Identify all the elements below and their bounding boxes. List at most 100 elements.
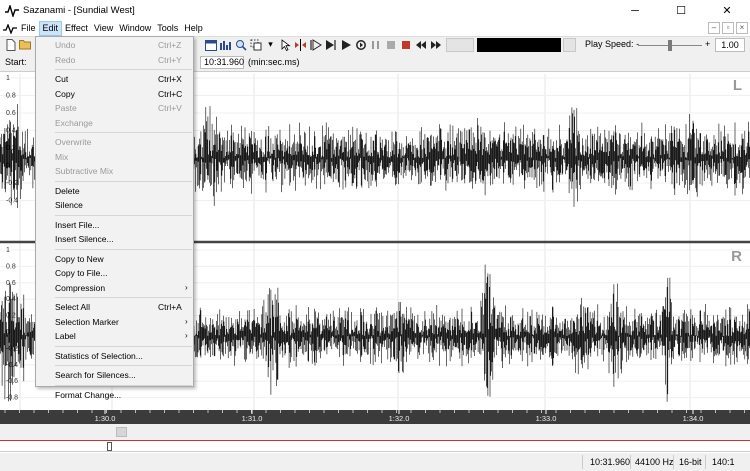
level-meter-left (446, 38, 474, 52)
status-bar: 10:31.960 44100 Hz 16-bit 140:1 (0, 453, 750, 471)
mdi-close-button[interactable]: × (736, 22, 748, 34)
chevron-down-icon[interactable]: ▾ (264, 38, 277, 51)
menu-tools[interactable]: Tools (154, 21, 181, 36)
menu-item-label: Select All (55, 302, 90, 312)
mdi-restore-button[interactable]: ▫ (722, 22, 734, 34)
selection-tool-icon[interactable] (249, 38, 262, 51)
menu-item-delete[interactable]: Delete (36, 184, 193, 198)
menu-item-label: Redo (55, 54, 76, 65)
split-icon[interactable] (294, 38, 307, 51)
menu-separator (55, 297, 192, 298)
menu-item-label[interactable]: Label › (36, 329, 193, 343)
open-folder-icon[interactable] (19, 38, 32, 51)
end-time-field[interactable]: 10:31.960 (200, 56, 244, 69)
menu-item-label: Statistics of Selection... (55, 350, 143, 361)
menu-effect[interactable]: Effect (62, 21, 91, 36)
amplitude-tick-label: -0.4 (6, 198, 18, 205)
stats-icon[interactable] (219, 38, 232, 51)
horizontal-scrollbar[interactable] (0, 424, 750, 440)
menu-item-paste[interactable]: Paste Ctrl+V (36, 101, 193, 115)
fast-forward-icon[interactable] (429, 38, 442, 51)
menu-item-copy-to-file[interactable]: Copy to File... (36, 266, 193, 280)
pause-icon[interactable] (369, 38, 382, 51)
menu-item-label: Selection Marker (55, 316, 119, 327)
menu-item-copy-to-new[interactable]: Copy to New (36, 252, 193, 266)
amplitude-tick-label: 0.6 (6, 110, 16, 117)
rewind-icon[interactable] (414, 38, 427, 51)
play-icon[interactable] (339, 38, 352, 51)
new-file-icon[interactable] (4, 38, 17, 51)
record-icon[interactable] (399, 38, 412, 51)
loop-icon[interactable] (354, 38, 367, 51)
menu-item-format-change[interactable]: Format Change... (36, 388, 193, 402)
time-ruler[interactable]: 1:30.0 1:31.0 1:32.0 1:33.0 1:34.0 (0, 410, 750, 424)
menu-item-shortcut: Ctrl+C (158, 88, 183, 99)
menu-help[interactable]: Help (181, 21, 206, 36)
right-channel-label: R (731, 248, 742, 265)
go-start-icon[interactable] (309, 38, 322, 51)
chevron-right-icon: › (185, 331, 188, 340)
menu-item-select-all[interactable]: Select All Ctrl+A (36, 300, 193, 314)
title-bar: Sazanami - [Sundial West] ─ ☐ ✕ (0, 0, 750, 21)
menu-separator (55, 365, 192, 366)
menu-item-label: Insert File... (55, 219, 100, 230)
menu-item-shortcut: Ctrl+Y (158, 54, 182, 65)
menu-separator (55, 132, 192, 133)
scrollbar-thumb[interactable] (116, 427, 127, 437)
menu-item-search-for-silences[interactable]: Search for Silences... (36, 368, 193, 382)
menu-file[interactable]: File (18, 21, 39, 36)
menu-item-label: Paste (55, 103, 77, 113)
close-button[interactable]: ✕ (704, 0, 750, 21)
menu-item-shortcut: Ctrl+Z (158, 40, 182, 50)
menu-item-copy[interactable]: Copy Ctrl+C (36, 87, 193, 101)
calendar-icon[interactable] (204, 38, 217, 51)
menu-item-mix[interactable]: Mix (36, 150, 193, 164)
menu-item-compression[interactable]: Compression › (36, 281, 193, 295)
ruler-time-label: 1:30.0 (95, 414, 116, 423)
menu-item-insert-file[interactable]: Insert File... (36, 218, 193, 232)
menu-item-label: Delete (55, 185, 80, 196)
play-speed-label: Play Speed: - (585, 39, 640, 49)
menu-item-statistics-of-selection[interactable]: Statistics of Selection... (36, 349, 193, 363)
amplitude-tick-label: 0.8 (6, 93, 16, 100)
cursor-icon[interactable] (279, 38, 292, 51)
play-speed-slider-thumb[interactable] (668, 40, 672, 51)
overview-position-marker[interactable] (107, 442, 112, 451)
mdi-minimize-button[interactable]: – (708, 22, 720, 34)
menu-item-insert-silence[interactable]: Insert Silence... (36, 232, 193, 246)
stop-icon[interactable] (384, 38, 397, 51)
document-icon[interactable] (2, 21, 18, 36)
minimize-button[interactable]: ─ (612, 0, 658, 21)
edit-menu-dropdown: Undo Ctrl+Z Redo Ctrl+Y Cut Ctrl+X Copy Ctrl+C P… (35, 36, 194, 400)
menu-separator (55, 180, 192, 182)
maximize-button[interactable]: ☐ (658, 0, 704, 21)
menu-view[interactable]: View (91, 21, 116, 36)
ruler-time-label: 1:33.0 (536, 414, 557, 423)
amplitude-tick-label: -0.2 (6, 180, 18, 187)
start-label: Start: (5, 57, 27, 67)
play-speed-plus: + (705, 39, 711, 49)
status-sample-rate: 44100 Hz (635, 457, 674, 467)
status-bit-depth: 16-bit (679, 457, 702, 467)
zoom-icon[interactable] (234, 38, 247, 51)
menu-bar: File Edit Effect View Window Tools Help … (0, 21, 750, 36)
play-selection-icon[interactable] (324, 38, 337, 51)
amplitude-tick-label: 1 (6, 75, 10, 82)
menu-window[interactable]: Window (116, 21, 154, 36)
time-display (477, 38, 561, 52)
menu-item-silence[interactable]: Silence (36, 198, 193, 212)
overview-strip[interactable] (0, 440, 750, 452)
menu-item-overwrite[interactable]: Overwrite (36, 135, 193, 149)
menu-item-cut[interactable]: Cut Ctrl+X (36, 72, 193, 86)
level-meter-right (563, 38, 576, 52)
menu-item-subtractive-mix[interactable]: Subtractive Mix (36, 164, 193, 178)
menu-item-exchange[interactable]: Exchange (36, 116, 193, 130)
menu-item-redo[interactable]: Redo Ctrl+Y (36, 53, 193, 67)
menu-edit[interactable]: Edit (38, 21, 63, 36)
status-time: 10:31.960 (590, 457, 631, 467)
menu-item-undo[interactable]: Undo Ctrl+Z (36, 38, 193, 52)
menu-item-label: Copy to File... (55, 268, 108, 278)
play-speed-value[interactable]: 1.00 (715, 38, 745, 52)
menu-item-label: Copy (55, 88, 75, 99)
menu-item-selection-marker[interactable]: Selection Marker › (36, 315, 193, 329)
